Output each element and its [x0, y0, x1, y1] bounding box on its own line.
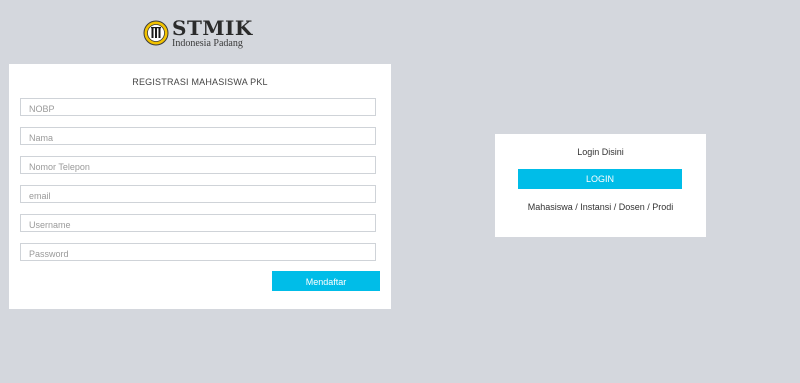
registration-panel: REGISTRASI MAHASISWA PKL Mendaftar: [9, 64, 391, 309]
username-field[interactable]: [20, 214, 376, 233]
nama-input[interactable]: [21, 130, 375, 146]
registration-title: REGISTRASI MAHASISWA PKL: [132, 77, 268, 87]
login-panel: Login Disini LOGIN Mahasiswa / Instansi …: [495, 134, 706, 237]
email-field[interactable]: [20, 185, 376, 204]
password-field[interactable]: [20, 243, 376, 262]
password-input[interactable]: [21, 246, 375, 262]
login-button[interactable]: LOGIN: [518, 169, 682, 189]
login-title: Login Disini: [577, 147, 624, 157]
logo-subtitle: Indonesia Padang: [172, 37, 243, 49]
phone-field[interactable]: [20, 156, 376, 175]
nobp-input[interactable]: [21, 101, 375, 117]
nama-field[interactable]: [20, 127, 376, 146]
nobp-field[interactable]: [20, 98, 376, 117]
page: STMIK Indonesia Padang REGISTRASI MAHASI…: [0, 0, 800, 383]
campus-emblem-icon: [143, 20, 169, 46]
stmik-logo: STMIK Indonesia Padang: [143, 16, 253, 50]
register-button[interactable]: Mendaftar: [272, 271, 380, 291]
logo-title: STMIK: [172, 15, 253, 40]
login-roles-text: Mahasiswa / Instansi / Dosen / Prodi: [527, 202, 674, 212]
phone-input[interactable]: [21, 159, 375, 175]
email-input[interactable]: [21, 188, 375, 204]
username-input[interactable]: [21, 217, 375, 233]
